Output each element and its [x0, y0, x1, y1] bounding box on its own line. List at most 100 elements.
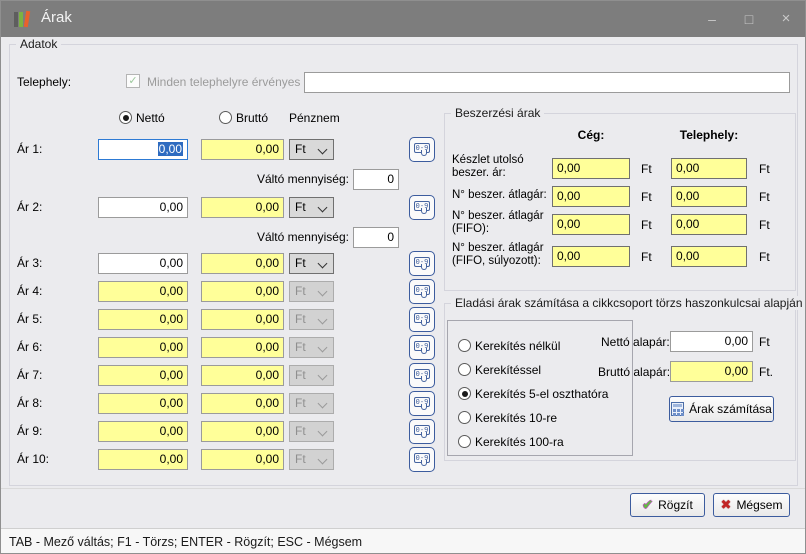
- ar5-numpad-button[interactable]: 0-9: [409, 307, 435, 332]
- keszlet-utolso-ceg-input[interactable]: 0,00: [552, 158, 630, 179]
- ceg-column-header: Cég:: [552, 128, 630, 142]
- footer-divider: [1, 488, 805, 489]
- brutto-radio-label: Bruttó: [236, 111, 268, 125]
- title-bar: Árak – □ ×: [1, 1, 805, 37]
- brutto-alapar-input[interactable]: 0,00: [670, 361, 753, 382]
- ar1-netto-input[interactable]: 0,00: [98, 139, 188, 160]
- kerekites-100-radio[interactable]: [458, 435, 471, 448]
- ar6-label: Ár 6:: [17, 340, 42, 354]
- beszer-atlagar-fifo-sulyozott-telephely-input[interactable]: 0,00: [671, 246, 747, 267]
- ar2-currency-select[interactable]: Ft: [289, 197, 334, 218]
- ar4-label: Ár 4:: [17, 284, 42, 298]
- beszer-atlagar-telephely-input[interactable]: 0,00: [671, 186, 747, 207]
- keszlet-utolso-label: Készlet utolsó beszer. ár:: [452, 154, 552, 180]
- ar5-netto-input[interactable]: 0,00: [98, 309, 188, 330]
- ar2-numpad-button[interactable]: 0-9: [409, 195, 435, 220]
- netto-radio[interactable]: [119, 111, 132, 124]
- netto-alapar-input[interactable]: 0,00: [670, 331, 753, 352]
- ar1-currency-select[interactable]: Ft: [289, 139, 334, 160]
- ar2-netto-input[interactable]: 0,00: [98, 197, 188, 218]
- ar9-currency-select: Ft: [289, 421, 334, 442]
- valto2-input[interactable]: 0: [353, 227, 399, 248]
- ar1-numpad-button[interactable]: 0-9: [409, 137, 435, 162]
- valto1-input[interactable]: 0: [353, 169, 399, 190]
- all-sites-checkbox-label: Minden telephelyre érvényes ár: [147, 75, 314, 89]
- telephely-column-header: Telephely:: [671, 128, 747, 142]
- all-sites-checkbox: ✓: [126, 74, 140, 88]
- status-bar: TAB - Mező váltás; F1 - Törzs; ENTER - R…: [1, 528, 805, 554]
- eladasi-group-label: Eladási árak számítása a cikkcsoport tör…: [451, 296, 806, 310]
- ar6-numpad-button[interactable]: 0-9: [409, 335, 435, 360]
- eladasi-group: Eladási árak számítása a cikkcsoport tör…: [444, 303, 796, 461]
- kerekites-nelkul-radio[interactable]: [458, 339, 471, 352]
- unit-label: Ft: [641, 218, 652, 232]
- brutto-alapar-label: Bruttó alapár:: [598, 365, 670, 379]
- telephely-input[interactable]: [304, 72, 790, 93]
- ar10-currency-select: Ft: [289, 449, 334, 470]
- ar10-label: Ár 10:: [17, 452, 49, 466]
- ar4-netto-input[interactable]: 0,00: [98, 281, 188, 302]
- ar2-label: Ár 2:: [17, 200, 42, 214]
- ar4-currency-select: Ft: [289, 281, 334, 302]
- brutto-radio[interactable]: [219, 111, 232, 124]
- ar3-numpad-button[interactable]: 0-9: [409, 251, 435, 276]
- unit-label: Ft: [759, 190, 770, 204]
- check-icon: ✔: [642, 497, 653, 513]
- ar8-netto-input[interactable]: 0,00: [98, 393, 188, 414]
- ar5-brutto-input[interactable]: 0,00: [201, 309, 284, 330]
- ar9-brutto-input[interactable]: 0,00: [201, 421, 284, 442]
- arak-szamitasa-button[interactable]: Árak számítása: [669, 396, 774, 422]
- beszer-atlagar-fifo-ceg-input[interactable]: 0,00: [552, 214, 630, 235]
- numpad-icon: 0-9: [414, 397, 430, 407]
- valto1-label: Váltó mennyiség:: [231, 172, 349, 186]
- ar8-numpad-button[interactable]: 0-9: [409, 391, 435, 416]
- ar3-brutto-input[interactable]: 0,00: [201, 253, 284, 274]
- ar7-brutto-input[interactable]: 0,00: [201, 365, 284, 386]
- ar7-numpad-button[interactable]: 0-9: [409, 363, 435, 388]
- penznem-header-label: Pénznem: [289, 111, 340, 125]
- unit-label: Ft: [759, 162, 770, 176]
- beszer-atlagar-fifo-telephely-input[interactable]: 0,00: [671, 214, 747, 235]
- beszer-atlagar-ceg-input[interactable]: 0,00: [552, 186, 630, 207]
- rogzit-button[interactable]: ✔ Rögzít: [630, 493, 705, 517]
- ar1-brutto-input[interactable]: 0,00: [201, 139, 284, 160]
- kerekites-10-radio[interactable]: [458, 411, 471, 424]
- ar6-brutto-input[interactable]: 0,00: [201, 337, 284, 358]
- kerekites-nelkul-label: Kerekítés nélkül: [475, 339, 560, 353]
- numpad-icon: 0-9: [414, 257, 430, 267]
- kerekites-10-label: Kerekítés 10-re: [475, 411, 557, 425]
- ar3-netto-input[interactable]: 0,00: [98, 253, 188, 274]
- ar3-currency-select[interactable]: Ft: [289, 253, 334, 274]
- ar4-brutto-input[interactable]: 0,00: [201, 281, 284, 302]
- megsem-button[interactable]: ✖ Mégsem: [713, 493, 790, 517]
- ar2-brutto-input[interactable]: 0,00: [201, 197, 284, 218]
- numpad-icon: 0-9: [414, 453, 430, 463]
- ar9-netto-input[interactable]: 0,00: [98, 421, 188, 442]
- app-books-icon: [13, 9, 33, 29]
- close-button[interactable]: ×: [771, 8, 801, 30]
- maximize-button[interactable]: □: [734, 8, 764, 30]
- netto-radio-label: Nettó: [136, 111, 165, 125]
- ar7-label: Ár 7:: [17, 368, 42, 382]
- ar5-currency-select: Ft: [289, 309, 334, 330]
- ar10-numpad-button[interactable]: 0-9: [409, 447, 435, 472]
- kerekitessel-radio[interactable]: [458, 363, 471, 376]
- ar4-numpad-button[interactable]: 0-9: [409, 279, 435, 304]
- ar10-brutto-input[interactable]: 0,00: [201, 449, 284, 470]
- minimize-button[interactable]: –: [697, 8, 727, 30]
- ar7-netto-input[interactable]: 0,00: [98, 365, 188, 386]
- keszlet-utolso-telephely-input[interactable]: 0,00: [671, 158, 747, 179]
- ar6-netto-input[interactable]: 0,00: [98, 337, 188, 358]
- beszer-atlagar-fifo-label: N° beszer. átlagár (FIFO):: [452, 210, 552, 236]
- ar3-label: Ár 3:: [17, 256, 42, 270]
- beszerzesi-group-label: Beszerzési árak: [451, 106, 544, 120]
- kerekites-5-radio[interactable]: [458, 387, 471, 400]
- beszer-atlagar-label: N° beszer. átlagár:: [452, 189, 552, 202]
- kerekites-100-label: Kerekítés 100-ra: [475, 435, 564, 449]
- megsem-label: Mégsem: [736, 498, 782, 512]
- ar10-netto-input[interactable]: 0,00: [98, 449, 188, 470]
- ar8-label: Ár 8:: [17, 396, 42, 410]
- ar9-numpad-button[interactable]: 0-9: [409, 419, 435, 444]
- ar8-brutto-input[interactable]: 0,00: [201, 393, 284, 414]
- beszer-atlagar-fifo-sulyozott-ceg-input[interactable]: 0,00: [552, 246, 630, 267]
